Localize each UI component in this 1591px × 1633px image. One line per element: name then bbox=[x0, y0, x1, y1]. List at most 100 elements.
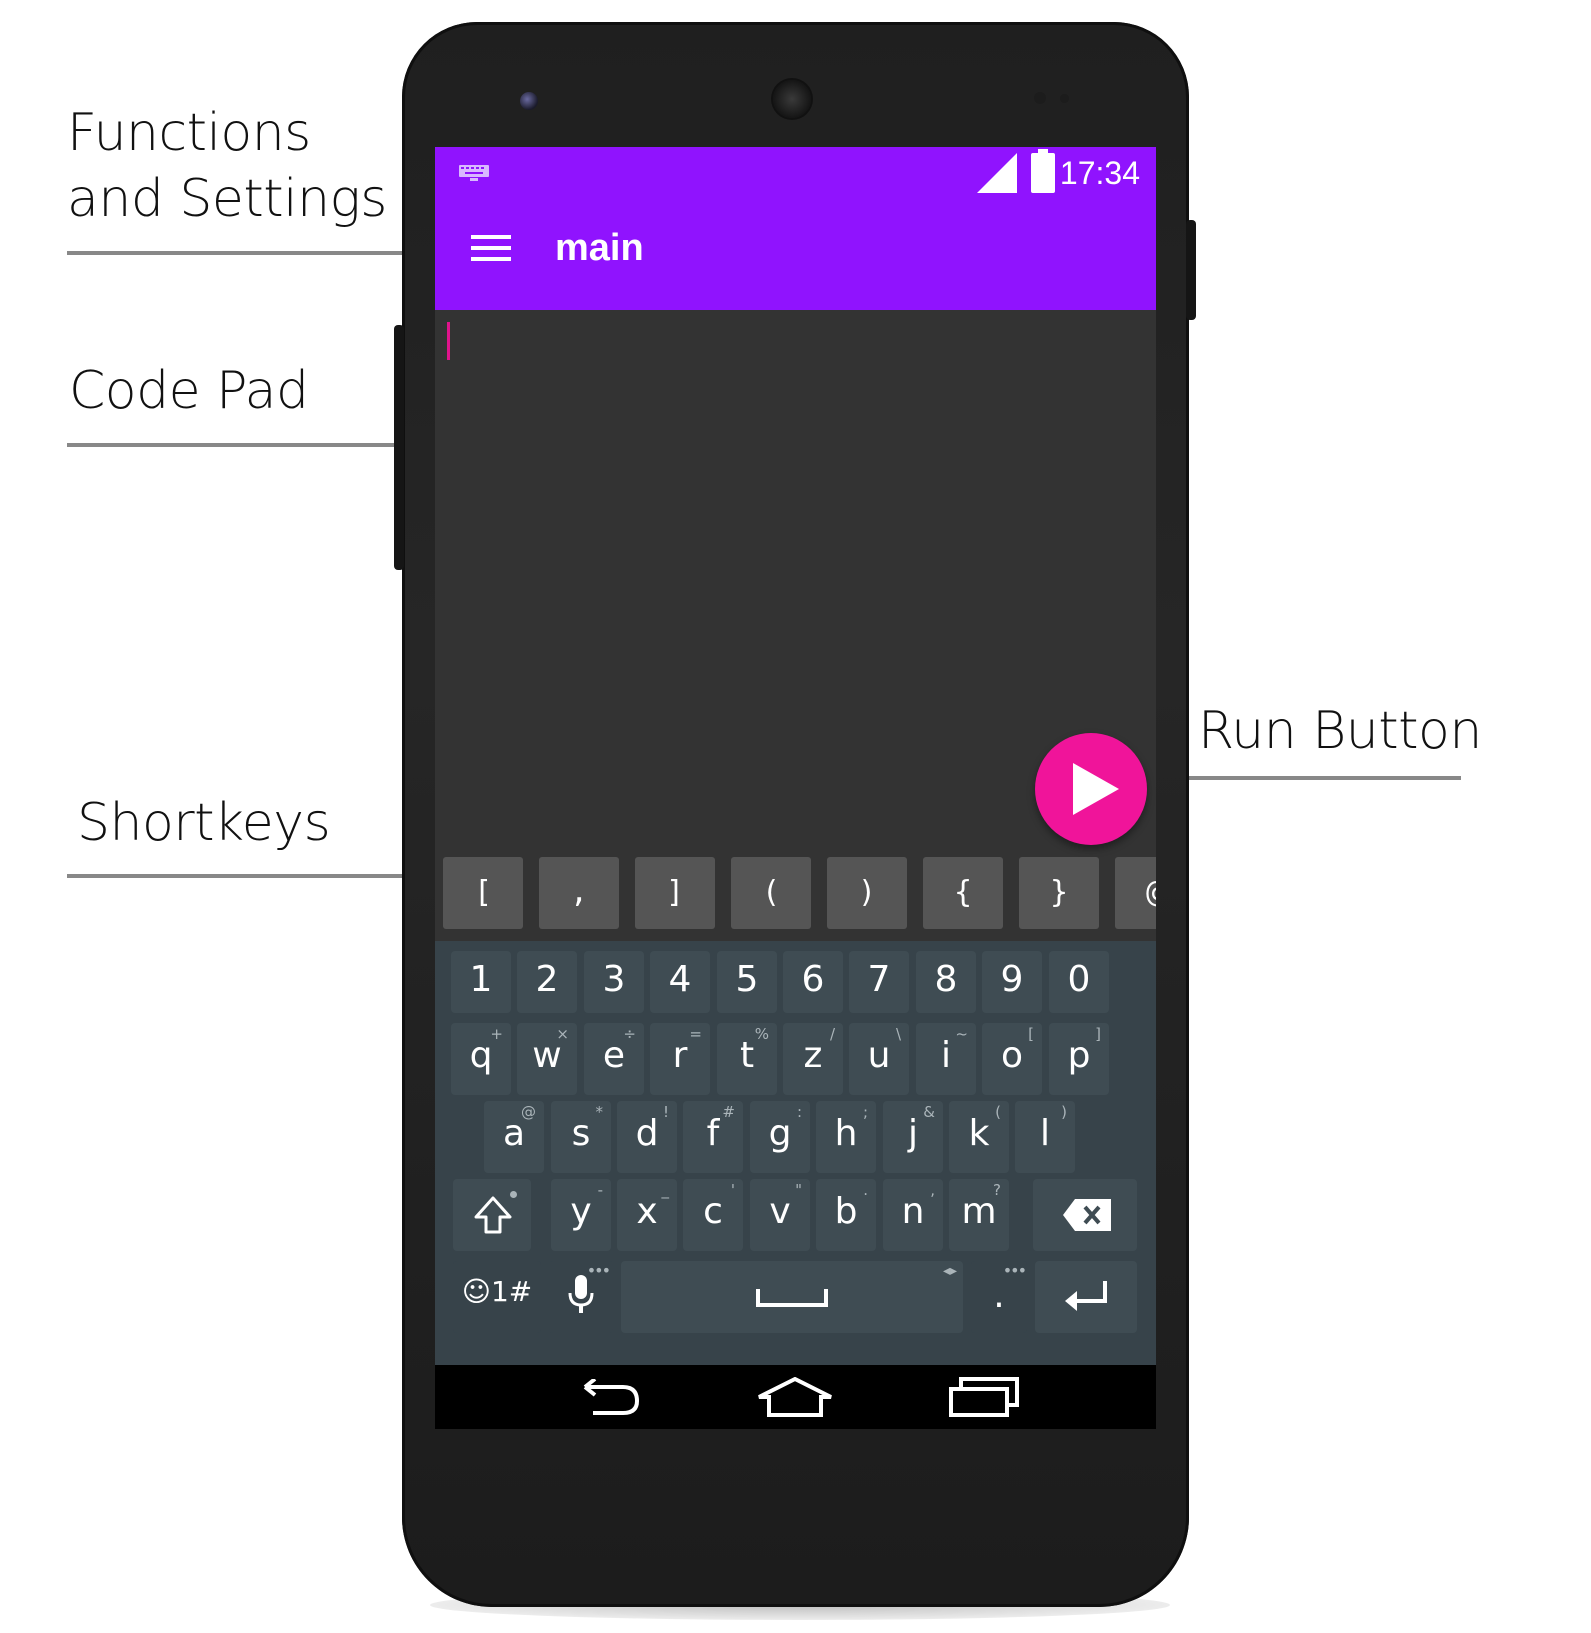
key-j[interactable]: j & bbox=[883, 1101, 943, 1173]
key-n[interactable]: n, bbox=[883, 1179, 943, 1251]
shortkey-button[interactable]: , bbox=[539, 857, 619, 929]
key-e[interactable]: e ÷ bbox=[584, 1023, 644, 1095]
callout-functions-line1: Functions bbox=[67, 103, 311, 163]
callout-code-pad: Code Pad bbox=[69, 361, 309, 421]
callout-run-button-rule bbox=[1150, 776, 1461, 780]
symbols-key[interactable]: ☺1# bbox=[453, 1261, 541, 1333]
voice-key[interactable]: ••• bbox=[549, 1261, 613, 1333]
key-3-label: 3 bbox=[602, 959, 626, 1000]
key-l[interactable]: l) bbox=[1015, 1101, 1075, 1173]
front-camera-icon bbox=[520, 92, 538, 110]
key-d-hint: ! bbox=[662, 1103, 669, 1121]
key-i[interactable]: i ~ bbox=[916, 1023, 976, 1095]
key-1[interactable]: 1 bbox=[451, 951, 511, 1013]
period-key[interactable]: . ••• bbox=[971, 1261, 1027, 1333]
enter-icon bbox=[1065, 1281, 1107, 1311]
key-w[interactable]: w × bbox=[517, 1023, 577, 1095]
enter-key[interactable] bbox=[1035, 1261, 1137, 1333]
signal-icon bbox=[977, 153, 1017, 193]
key-o[interactable]: o[ bbox=[982, 1023, 1042, 1095]
key-3[interactable]: 3 bbox=[584, 951, 644, 1013]
callout-functions: Functions and Settings bbox=[67, 100, 387, 233]
keyboard-icon bbox=[459, 165, 489, 181]
key-m-hint: ? bbox=[993, 1181, 1001, 1199]
key-5-label: 5 bbox=[735, 959, 759, 1000]
key-r[interactable]: r = bbox=[650, 1023, 710, 1095]
navigation-bar bbox=[435, 1365, 1156, 1429]
speaker-icon bbox=[773, 80, 811, 118]
status-time: 17:34 bbox=[1059, 155, 1140, 191]
shortkey-button[interactable]: ] bbox=[635, 857, 715, 929]
key-p[interactable]: p] bbox=[1049, 1023, 1109, 1095]
shortkey-button[interactable]: ) bbox=[827, 857, 907, 929]
key-4[interactable]: 4 bbox=[650, 951, 710, 1013]
key-a[interactable]: a @ bbox=[484, 1101, 544, 1173]
key-b[interactable]: b. bbox=[816, 1179, 876, 1251]
battery-icon bbox=[1031, 149, 1055, 193]
back-icon[interactable] bbox=[571, 1379, 641, 1417]
key-y[interactable]: y- bbox=[551, 1179, 611, 1251]
period-key-label: . bbox=[993, 1275, 1005, 1316]
key-k-hint: ( bbox=[995, 1103, 1001, 1121]
space-key[interactable]: ◂▸ bbox=[621, 1261, 963, 1333]
shortkey-button[interactable]: [ bbox=[443, 857, 523, 929]
key-m[interactable]: m? bbox=[949, 1179, 1009, 1251]
shortkey-button[interactable]: } bbox=[1019, 857, 1099, 929]
callout-run-button: Run Button bbox=[1198, 701, 1482, 761]
key-h[interactable]: h; bbox=[816, 1101, 876, 1173]
key-q[interactable]: q + bbox=[451, 1023, 511, 1095]
hamburger-menu-icon[interactable] bbox=[471, 233, 511, 263]
key-x-hint: _ bbox=[661, 1181, 670, 1199]
shift-key[interactable] bbox=[453, 1179, 531, 1251]
key-g[interactable]: g: bbox=[750, 1101, 810, 1173]
phone-screen: 17:34 main [,](){}@ bbox=[435, 147, 1156, 1429]
app-bar: main bbox=[435, 197, 1156, 310]
key-d[interactable]: d! bbox=[617, 1101, 677, 1173]
backspace-key[interactable] bbox=[1033, 1179, 1137, 1251]
key-0[interactable]: 0 bbox=[1049, 951, 1109, 1013]
keyboard: ☺1# ••• ◂▸ . ••• 1 2 3 4 5 6 7 8 9 0 q + w × e ÷ bbox=[435, 941, 1156, 1365]
sensor-icon bbox=[1034, 92, 1046, 104]
key-z[interactable]: z / bbox=[783, 1023, 843, 1095]
key-2[interactable]: 2 bbox=[517, 951, 577, 1013]
shortkey-button[interactable]: @ bbox=[1115, 857, 1156, 929]
shortkey-button[interactable]: { bbox=[923, 857, 1003, 929]
key-a-hint: @ bbox=[521, 1103, 536, 1121]
shortkeys-bar: [,](){}@ bbox=[435, 857, 1156, 939]
key-s[interactable]: s * bbox=[551, 1101, 611, 1173]
voice-key-dots: ••• bbox=[586, 1261, 611, 1280]
backspace-icon bbox=[1063, 1199, 1111, 1231]
key-v[interactable]: v " bbox=[750, 1179, 810, 1251]
home-icon[interactable] bbox=[757, 1377, 833, 1417]
key-u[interactable]: u \ bbox=[849, 1023, 909, 1095]
key-7[interactable]: 7 bbox=[849, 951, 909, 1013]
key-f[interactable]: f # bbox=[683, 1101, 743, 1173]
key-q-hint: + bbox=[490, 1025, 503, 1043]
app-title: main bbox=[555, 227, 644, 269]
key-4-label: 4 bbox=[668, 959, 692, 1000]
key-7-label: 7 bbox=[867, 959, 891, 1000]
key-j-hint: & bbox=[923, 1103, 935, 1121]
callout-shortkeys: Shortkeys bbox=[77, 793, 331, 853]
key-u-hint: \ bbox=[895, 1025, 901, 1043]
shortkey-button[interactable]: ( bbox=[731, 857, 811, 929]
symbols-key-label: ☺1# bbox=[461, 1275, 533, 1308]
key-1-label: 1 bbox=[469, 959, 493, 1000]
key-y-hint: - bbox=[597, 1181, 603, 1199]
key-9[interactable]: 9 bbox=[982, 951, 1042, 1013]
key-t[interactable]: t% bbox=[717, 1023, 777, 1095]
key-w-hint: × bbox=[556, 1025, 569, 1043]
recents-icon[interactable] bbox=[949, 1377, 1019, 1417]
key-k[interactable]: k( bbox=[949, 1101, 1009, 1173]
shift-icon bbox=[474, 1196, 512, 1234]
key-x[interactable]: x _ bbox=[617, 1179, 677, 1251]
microphone-icon bbox=[568, 1275, 594, 1313]
sensor-icon-2 bbox=[1060, 94, 1069, 103]
key-b-hint: . bbox=[863, 1181, 868, 1199]
key-i-hint: ~ bbox=[955, 1025, 968, 1043]
run-button[interactable] bbox=[1035, 733, 1147, 845]
key-c[interactable]: c ' bbox=[683, 1179, 743, 1251]
key-8[interactable]: 8 bbox=[916, 951, 976, 1013]
key-6[interactable]: 6 bbox=[783, 951, 843, 1013]
key-5[interactable]: 5 bbox=[717, 951, 777, 1013]
